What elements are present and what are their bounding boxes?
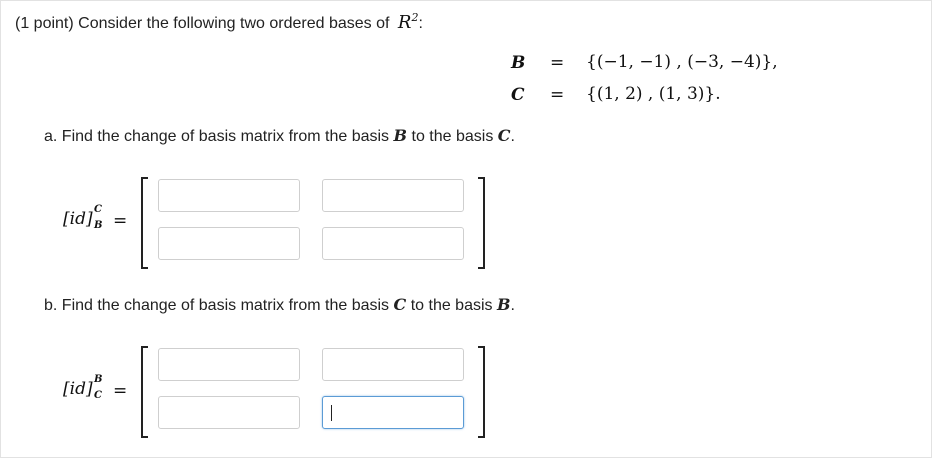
- space-symbol: R2: [397, 11, 419, 33]
- part-b-matrix-label: [id]: [63, 379, 93, 399]
- part-b-right-bracket: [478, 346, 485, 438]
- part-b-label-sup: B: [94, 374, 103, 385]
- part-a-cell-r2c2[interactable]: [322, 227, 464, 260]
- basis-c-equals: =: [550, 85, 565, 105]
- part-a-left-bracket: [141, 177, 148, 269]
- header-text: (1 point) Consider the following two ord…: [15, 15, 390, 32]
- problem-header: (1 point) Consider the following two ord…: [15, 11, 423, 33]
- part-a-right-bracket: [478, 177, 485, 269]
- basis-c-symbol: C: [511, 85, 525, 105]
- part-a-from-basis: B: [393, 126, 408, 145]
- part-a-cell-r1c1[interactable]: [158, 179, 300, 212]
- part-b-cell-r2c2[interactable]: [322, 396, 464, 429]
- part-a-matrix-label: [id]: [63, 209, 93, 229]
- problem-panel: (1 point) Consider the following two ord…: [0, 0, 932, 458]
- part-a-cell-r1c2[interactable]: [322, 179, 464, 212]
- header-colon: :: [418, 15, 423, 32]
- part-b-label-sub: C: [94, 390, 102, 401]
- part-a-equals: =: [113, 211, 128, 231]
- part-a-label-sup: C: [94, 204, 102, 215]
- basis-c-value: {(1, 2) , (1, 3)}.: [586, 84, 721, 104]
- part-b-cell-r1c1[interactable]: [158, 348, 300, 381]
- part-a-label-sub: B: [94, 220, 103, 231]
- part-b-question: b. Find the change of basis matrix from …: [44, 295, 515, 314]
- part-a-question: a. Find the change of basis matrix from …: [44, 126, 515, 145]
- basis-b-symbol: B: [511, 53, 526, 73]
- part-b-from-basis: C: [393, 295, 407, 314]
- part-b-cell-r1c2[interactable]: [322, 348, 464, 381]
- part-a-cell-r2c1[interactable]: [158, 227, 300, 260]
- part-b-equals: =: [113, 381, 128, 401]
- basis-b-equals: =: [550, 53, 565, 73]
- basis-b-value: {(−1, −1) , (−3, −4)},: [586, 52, 778, 72]
- part-b-left-bracket: [141, 346, 148, 438]
- part-b-cell-r2c1[interactable]: [158, 396, 300, 429]
- part-b-to-basis: B: [496, 295, 511, 314]
- text-caret: [331, 405, 332, 421]
- part-a-to-basis: C: [497, 126, 511, 145]
